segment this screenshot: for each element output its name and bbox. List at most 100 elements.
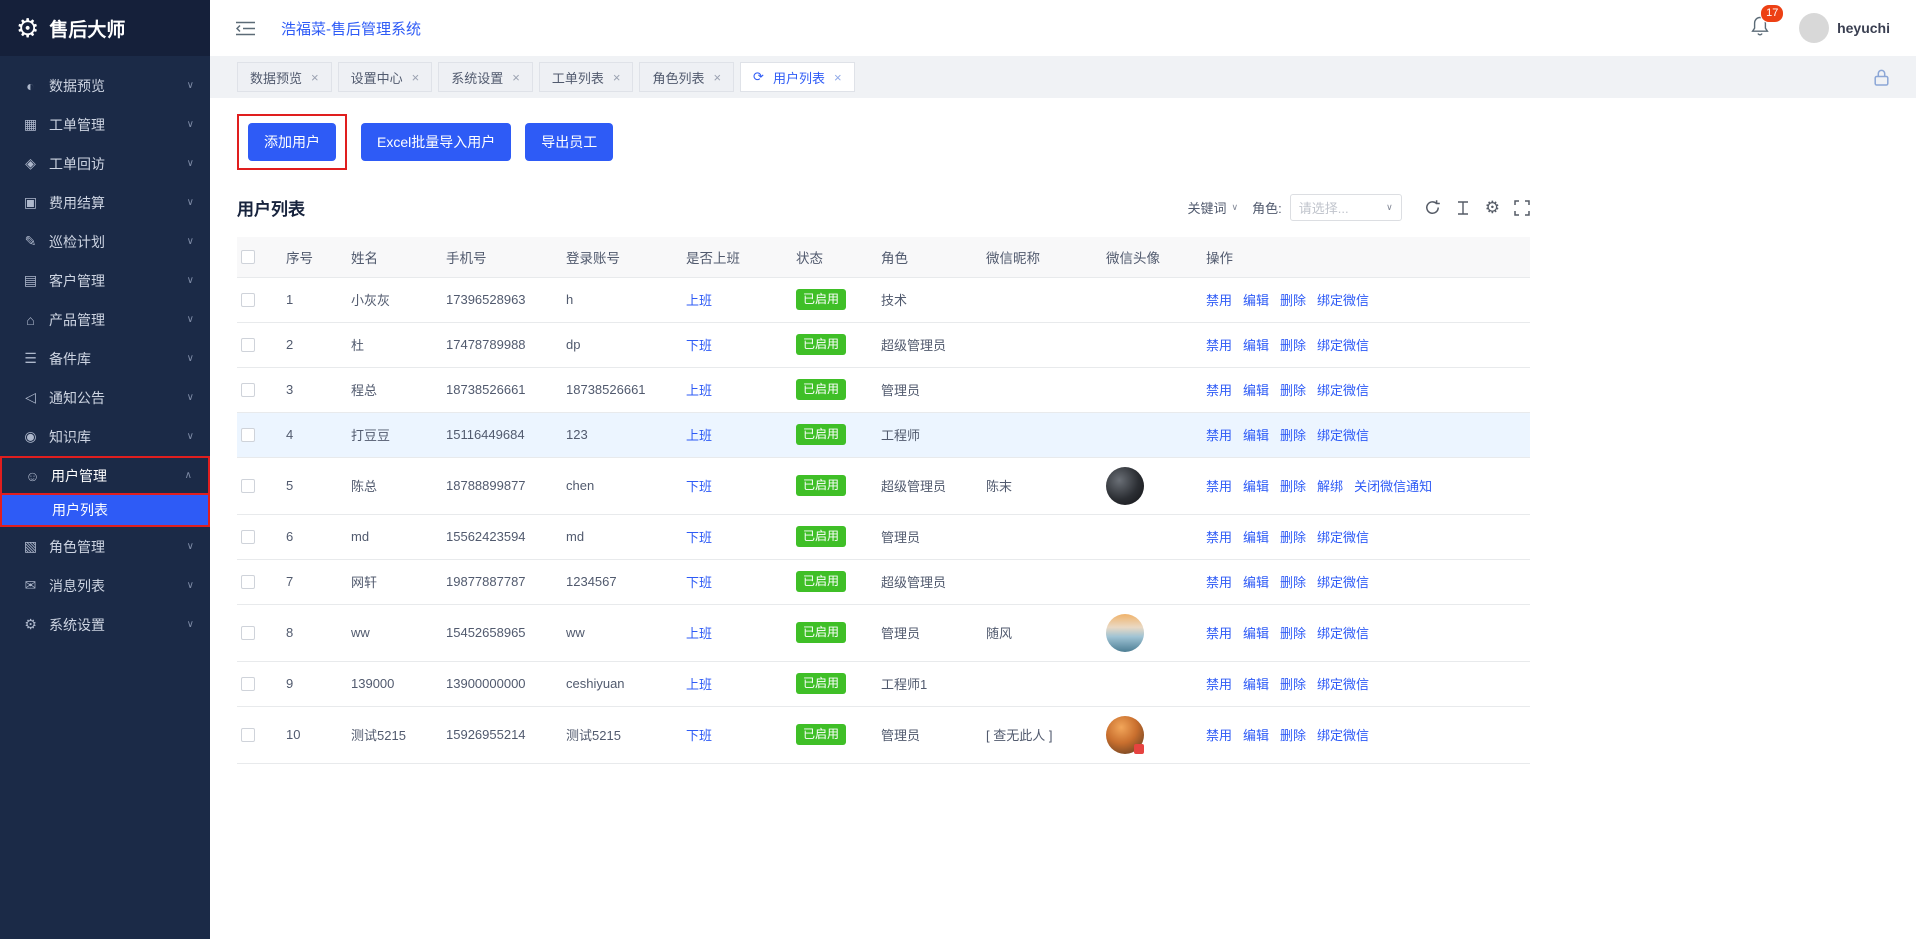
sidebar-item-system-settings[interactable]: ⚙系统设置∨	[0, 605, 210, 644]
action-link[interactable]: 禁用	[1206, 293, 1232, 308]
action-link[interactable]: 禁用	[1206, 338, 1232, 353]
action-link[interactable]: 绑定微信	[1317, 677, 1369, 692]
action-link[interactable]: 编辑	[1243, 728, 1269, 743]
action-link[interactable]: 绑定微信	[1317, 428, 1369, 443]
row-checkbox[interactable]	[241, 293, 255, 307]
sidebar-item-message-list[interactable]: ✉消息列表∨	[0, 566, 210, 605]
duty-link[interactable]: 下班	[686, 479, 712, 494]
action-link[interactable]: 编辑	[1243, 338, 1269, 353]
sidebar-item-notice[interactable]: ◁通知公告∨	[0, 378, 210, 417]
user-avatar[interactable]	[1799, 13, 1829, 43]
sidebar-item-inspection-plan[interactable]: ✎巡检计划∨	[0, 222, 210, 261]
action-link[interactable]: 绑定微信	[1317, 575, 1369, 590]
tab-role-list[interactable]: 角色列表×	[639, 62, 734, 92]
export-staff-button[interactable]: 导出员工	[525, 123, 613, 161]
row-checkbox[interactable]	[241, 677, 255, 691]
action-link[interactable]: 删除	[1280, 626, 1306, 641]
sidebar-item-product-management[interactable]: ⌂产品管理∨	[0, 300, 210, 339]
action-link[interactable]: 删除	[1280, 383, 1306, 398]
sidebar-item-knowledge-base[interactable]: ◉知识库∨	[0, 417, 210, 456]
add-user-button[interactable]: 添加用户	[248, 123, 336, 161]
collapse-menu-icon[interactable]	[236, 21, 255, 36]
username[interactable]: heyuchi	[1837, 20, 1890, 36]
refresh-icon[interactable]	[1424, 199, 1441, 216]
duty-link[interactable]: 上班	[686, 677, 712, 692]
action-link[interactable]: 删除	[1280, 677, 1306, 692]
action-link[interactable]: 禁用	[1206, 626, 1232, 641]
action-link[interactable]: 删除	[1280, 338, 1306, 353]
duty-link[interactable]: 下班	[686, 575, 712, 590]
action-link[interactable]: 禁用	[1206, 383, 1232, 398]
action-link[interactable]: 编辑	[1243, 383, 1269, 398]
action-link[interactable]: 删除	[1280, 530, 1306, 545]
action-link[interactable]: 编辑	[1243, 575, 1269, 590]
close-icon[interactable]: ×	[412, 70, 420, 85]
action-link[interactable]: 绑定微信	[1317, 626, 1369, 641]
sidebar-item-data-preview[interactable]: ◐数据预览∨	[0, 66, 210, 105]
action-link[interactable]: 绑定微信	[1317, 383, 1369, 398]
action-link[interactable]: 关闭微信通知	[1354, 479, 1432, 494]
close-icon[interactable]: ×	[512, 70, 520, 85]
tab-work-order-list[interactable]: 工单列表×	[539, 62, 634, 92]
notifications-button[interactable]: 17	[1751, 16, 1769, 40]
tab-user-list[interactable]: ⟳用户列表×	[740, 62, 855, 92]
action-link[interactable]: 解绑	[1317, 479, 1343, 494]
close-icon[interactable]: ×	[613, 70, 621, 85]
action-link[interactable]: 编辑	[1243, 428, 1269, 443]
tab-data-preview[interactable]: 数据预览×	[237, 62, 332, 92]
row-checkbox[interactable]	[241, 575, 255, 589]
tab-settings-center[interactable]: 设置中心×	[338, 62, 433, 92]
fullscreen-icon[interactable]	[1514, 200, 1530, 216]
action-link[interactable]: 禁用	[1206, 428, 1232, 443]
role-select[interactable]: 请选择... ∨	[1290, 194, 1402, 221]
action-link[interactable]: 编辑	[1243, 677, 1269, 692]
duty-link[interactable]: 上班	[686, 428, 712, 443]
excel-import-button[interactable]: Excel批量导入用户	[361, 123, 511, 161]
row-checkbox[interactable]	[241, 479, 255, 493]
row-checkbox[interactable]	[241, 383, 255, 397]
action-link[interactable]: 禁用	[1206, 530, 1232, 545]
row-checkbox[interactable]	[241, 530, 255, 544]
row-height-icon[interactable]	[1455, 200, 1471, 216]
action-link[interactable]: 编辑	[1243, 479, 1269, 494]
header-checkbox[interactable]	[241, 250, 255, 264]
duty-link[interactable]: 下班	[686, 338, 712, 353]
action-link[interactable]: 编辑	[1243, 626, 1269, 641]
duty-link[interactable]: 上班	[686, 626, 712, 641]
action-link[interactable]: 绑定微信	[1317, 338, 1369, 353]
action-link[interactable]: 禁用	[1206, 479, 1232, 494]
close-icon[interactable]: ×	[834, 70, 842, 85]
sidebar-subitem-user-list[interactable]: 用户列表	[2, 495, 208, 525]
sidebar-item-work-order-management[interactable]: ▦工单管理∨	[0, 105, 210, 144]
tab-system-settings[interactable]: 系统设置×	[438, 62, 533, 92]
duty-link[interactable]: 下班	[686, 728, 712, 743]
action-link[interactable]: 编辑	[1243, 293, 1269, 308]
action-link[interactable]: 绑定微信	[1317, 530, 1369, 545]
sidebar-item-role-management[interactable]: ▧角色管理∨	[0, 527, 210, 566]
sidebar-item-work-order-followup[interactable]: ◈工单回访∨	[0, 144, 210, 183]
row-checkbox[interactable]	[241, 626, 255, 640]
action-link[interactable]: 删除	[1280, 479, 1306, 494]
row-checkbox[interactable]	[241, 728, 255, 742]
action-link[interactable]: 禁用	[1206, 575, 1232, 590]
close-icon[interactable]: ×	[713, 70, 721, 85]
action-link[interactable]: 编辑	[1243, 530, 1269, 545]
action-link[interactable]: 删除	[1280, 293, 1306, 308]
action-link[interactable]: 绑定微信	[1317, 728, 1369, 743]
duty-link[interactable]: 下班	[686, 530, 712, 545]
action-link[interactable]: 删除	[1280, 575, 1306, 590]
row-checkbox[interactable]	[241, 338, 255, 352]
sidebar-item-customer-management[interactable]: ▤客户管理∨	[0, 261, 210, 300]
lock-icon[interactable]	[1873, 68, 1890, 87]
sidebar-item-user-management[interactable]: ☺用户管理∧	[2, 458, 208, 495]
gear-icon[interactable]: ⚙	[1485, 199, 1500, 216]
row-checkbox[interactable]	[241, 428, 255, 442]
duty-link[interactable]: 上班	[686, 383, 712, 398]
action-link[interactable]: 绑定微信	[1317, 293, 1369, 308]
action-link[interactable]: 禁用	[1206, 728, 1232, 743]
sidebar-item-spare-parts[interactable]: ☰备件库∨	[0, 339, 210, 378]
close-icon[interactable]: ×	[311, 70, 319, 85]
action-link[interactable]: 删除	[1280, 728, 1306, 743]
sidebar-item-expense-settlement[interactable]: ▣费用结算∨	[0, 183, 210, 222]
duty-link[interactable]: 上班	[686, 293, 712, 308]
